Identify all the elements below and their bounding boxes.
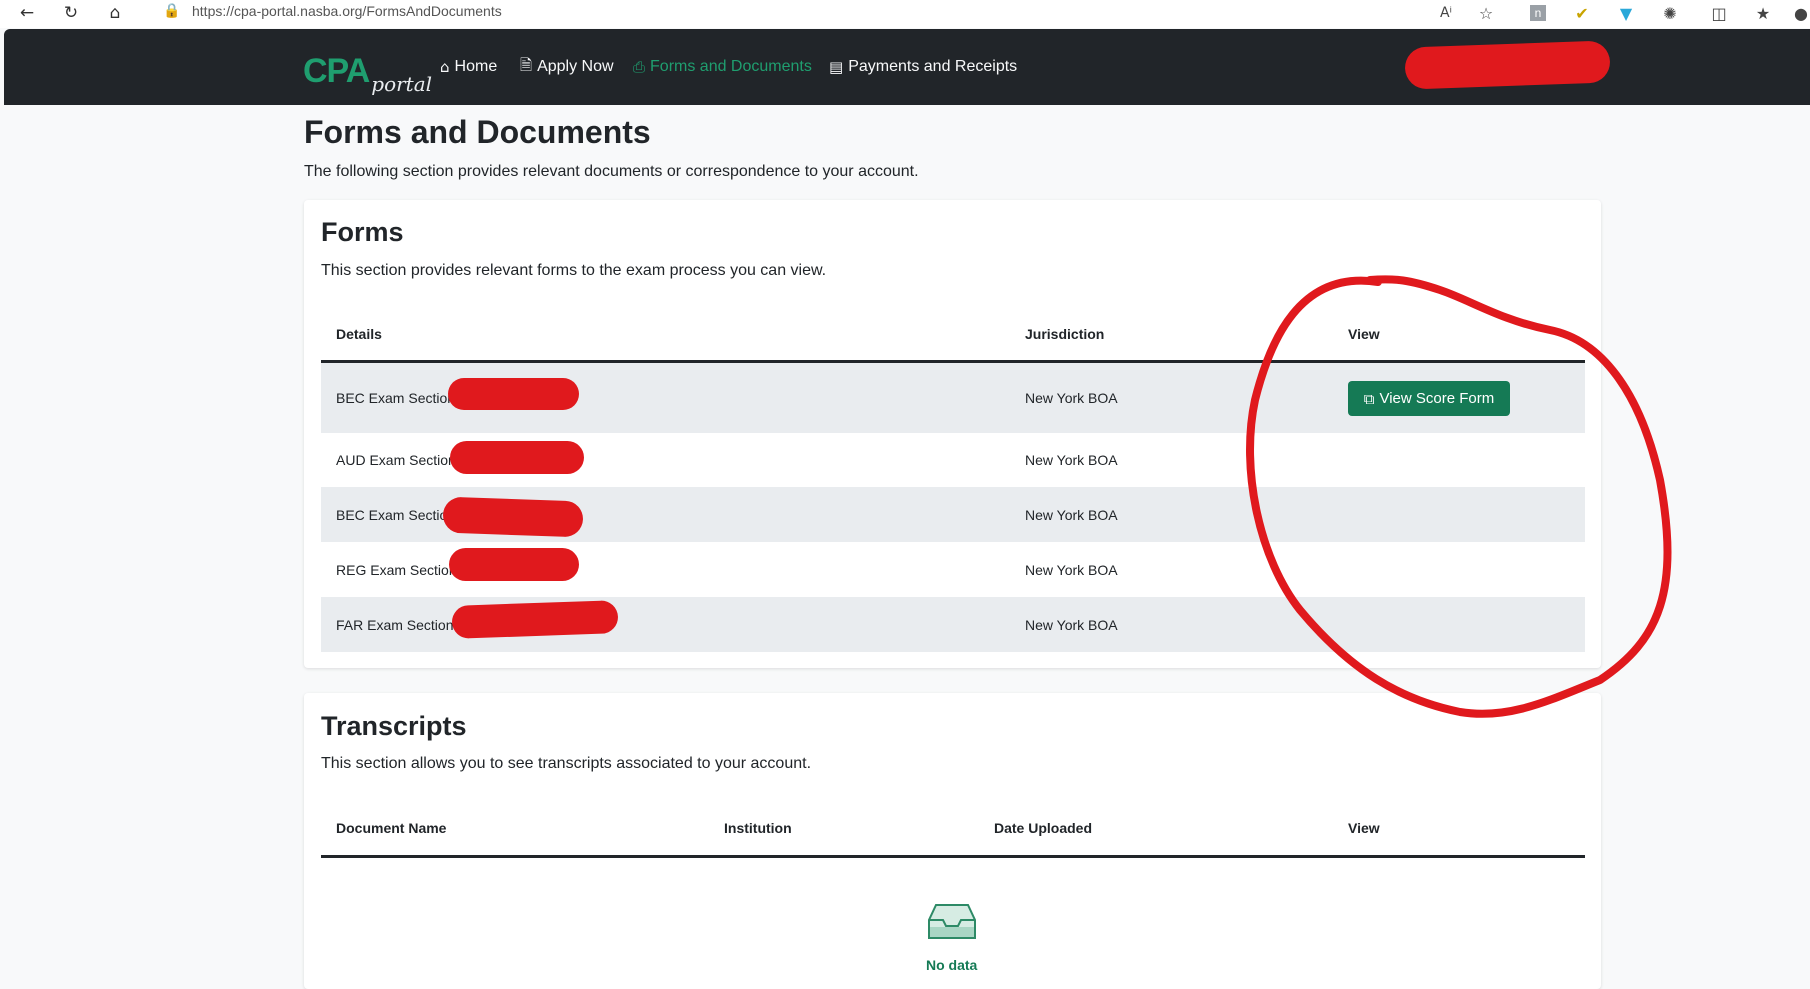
redacted-section-date [451, 600, 619, 639]
forms-subtitle: This section provides relevant forms to … [321, 262, 827, 279]
redacted-section-date [449, 548, 579, 581]
transcripts-header-divider [321, 855, 1585, 858]
house-icon: ⌂ [440, 58, 450, 76]
nav-apply-now[interactable]: 🗎 Apply Now [520, 56, 614, 78]
transcripts-header-view: View [1348, 820, 1380, 836]
extension-shield-icon[interactable]: ▼ [1615, 2, 1637, 24]
transcripts-card [304, 693, 1601, 989]
row-details: AUD Exam Section [336, 452, 456, 468]
nav-home[interactable]: ⌂ Home [440, 56, 497, 78]
row-jurisdiction: New York BOA [1025, 562, 1118, 578]
row-details: BEC Exam Section [336, 390, 456, 406]
favorite-star-icon[interactable]: ☆ [1475, 2, 1497, 24]
logo-portal-text: portal [371, 72, 433, 96]
forms-title: Forms [321, 217, 404, 247]
printer-icon: ⎙ [633, 58, 646, 76]
row-jurisdiction: New York BOA [1025, 390, 1118, 406]
transcripts-subtitle: This section allows you to see transcrip… [321, 755, 812, 772]
back-arrow-icon[interactable]: ← [16, 2, 38, 24]
row-details: REG Exam Section [336, 562, 457, 578]
redacted-section-date [450, 441, 584, 474]
transcripts-header-institution: Institution [724, 820, 792, 836]
row-details: BEC Exam Section [336, 507, 456, 523]
profile-icon[interactable]: ● [1792, 2, 1810, 24]
favorites-list-icon[interactable]: ★ [1752, 2, 1774, 24]
transcripts-header-date-uploaded: Date Uploaded [994, 820, 1093, 836]
row-details: FAR Exam Section [336, 617, 454, 633]
url-text[interactable]: https://cpa-portal.nasba.org/FormsAndDoc… [192, 3, 502, 19]
credit-card-icon: ▤ [829, 58, 844, 76]
split-screen-icon[interactable]: ◫ [1708, 2, 1730, 24]
forms-header-view: View [1348, 326, 1380, 342]
view-score-form-button[interactable]: ⧉ View Score Form [1348, 381, 1510, 416]
lock-icon[interactable]: 🔒 [163, 3, 180, 19]
nav-apply-now-label: Apply Now [537, 58, 614, 75]
nav-forms-label: Forms and Documents [650, 58, 812, 75]
logo-cpa-text: CPA [303, 52, 370, 90]
external-link-icon: ⧉ [1363, 389, 1375, 408]
nav-home-label: Home [454, 58, 498, 75]
redacted-user-name [1404, 40, 1611, 90]
no-data-text: No data [926, 957, 978, 973]
nav-payments-label: Payments and Receipts [848, 58, 1018, 75]
extension-n-icon[interactable]: n [1527, 2, 1549, 24]
page-title: Forms and Documents [304, 114, 651, 150]
nav-forms-and-documents[interactable]: ⎙ Forms and Documents [633, 56, 812, 78]
file-plus-icon: 🗎 [520, 55, 533, 74]
row-jurisdiction: New York BOA [1025, 617, 1118, 633]
redacted-section-date [442, 496, 584, 538]
view-score-form-label: View Score Form [1379, 390, 1495, 407]
home-icon[interactable]: ⌂ [104, 2, 126, 24]
nav-payments-and-receipts[interactable]: ▤ Payments and Receipts [829, 56, 1017, 78]
extensions-puzzle-icon[interactable]: ✺ [1659, 2, 1681, 24]
transcripts-title: Transcripts [321, 711, 467, 741]
cpa-portal-logo[interactable]: CPA portal [303, 48, 432, 94]
extension-check-icon[interactable]: ✔ [1571, 2, 1593, 24]
forms-header-jurisdiction: Jurisdiction [1025, 326, 1105, 342]
row-jurisdiction: New York BOA [1025, 452, 1118, 468]
transcripts-header-document-name: Document Name [336, 820, 447, 836]
row-jurisdiction: New York BOA [1025, 507, 1118, 523]
forms-header-details: Details [336, 326, 382, 342]
page-subtitle: The following section provides relevant … [304, 163, 919, 180]
refresh-icon[interactable]: ↻ [60, 2, 82, 24]
empty-inbox-icon [928, 904, 976, 939]
redacted-section-date [448, 378, 579, 410]
read-aloud-icon[interactable]: Aⁱ [1435, 2, 1457, 24]
browser-toolbar: ← ↻ ⌂ 🔒 https://cpa-portal.nasba.org/For… [0, 0, 1810, 28]
